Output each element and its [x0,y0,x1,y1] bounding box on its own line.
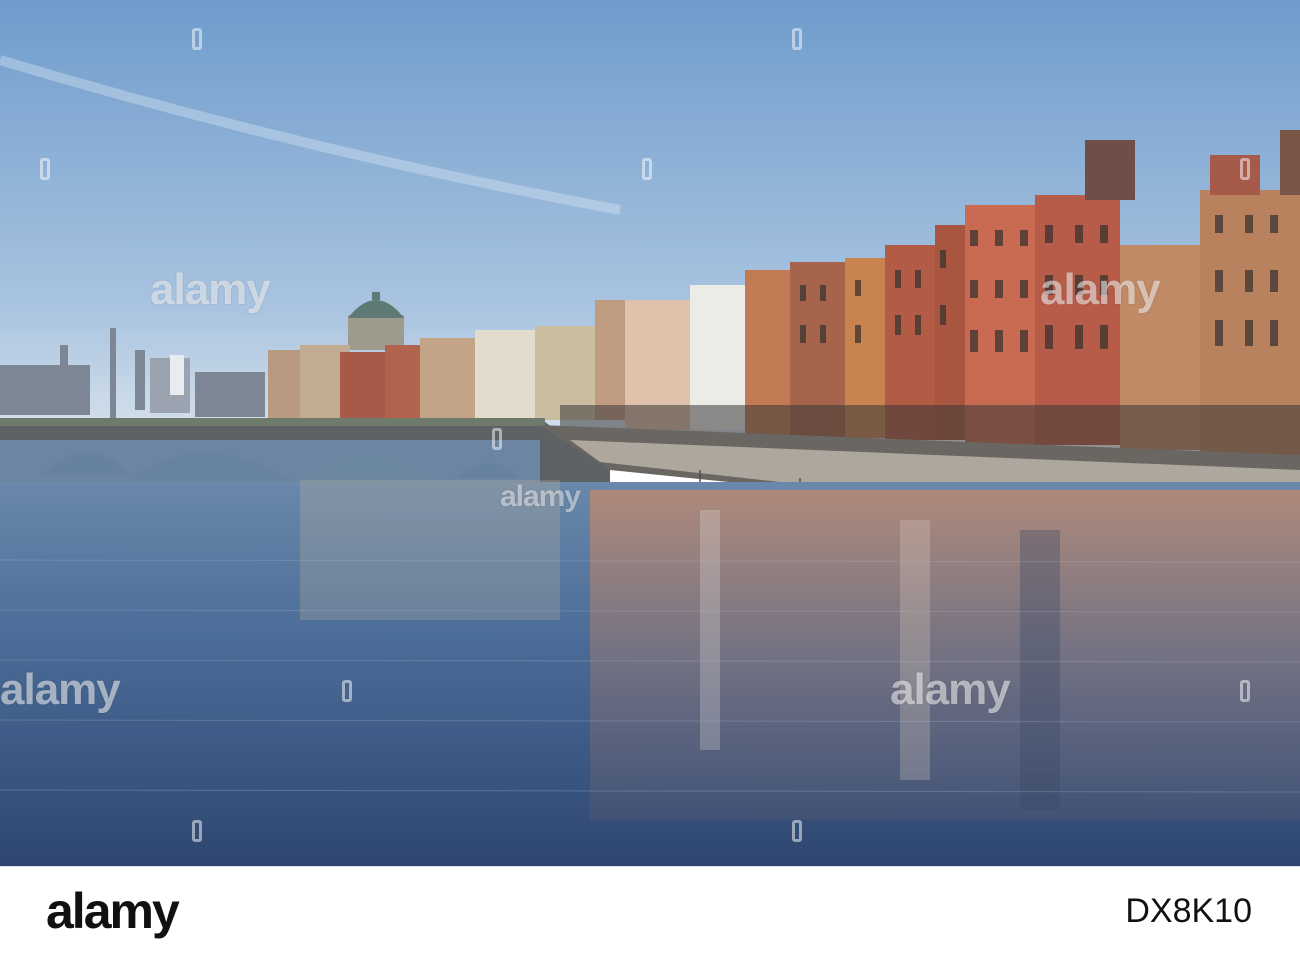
watermark-a-icon [792,28,802,50]
footer-divider [0,866,1300,867]
river-photo: alamy alamy alamy alamy alamy [0,0,1300,866]
watermark-a-icon [192,28,202,50]
stock-footer: alamy DX8K10 [0,866,1300,956]
watermark-a-icon [1240,680,1250,702]
watermark-a-icon [40,158,50,180]
image-id: DX8K10 [1125,892,1252,930]
watermark-a-icon [192,820,202,842]
watermark-a-icon [342,680,352,702]
footer-logo[interactable]: alamy [46,882,180,940]
photo-scene [0,0,1300,866]
watermark-a-icon [492,428,502,450]
watermark-a-icon [642,158,652,180]
watermark-a-icon [1240,158,1250,180]
watermark-a-icon [792,820,802,842]
